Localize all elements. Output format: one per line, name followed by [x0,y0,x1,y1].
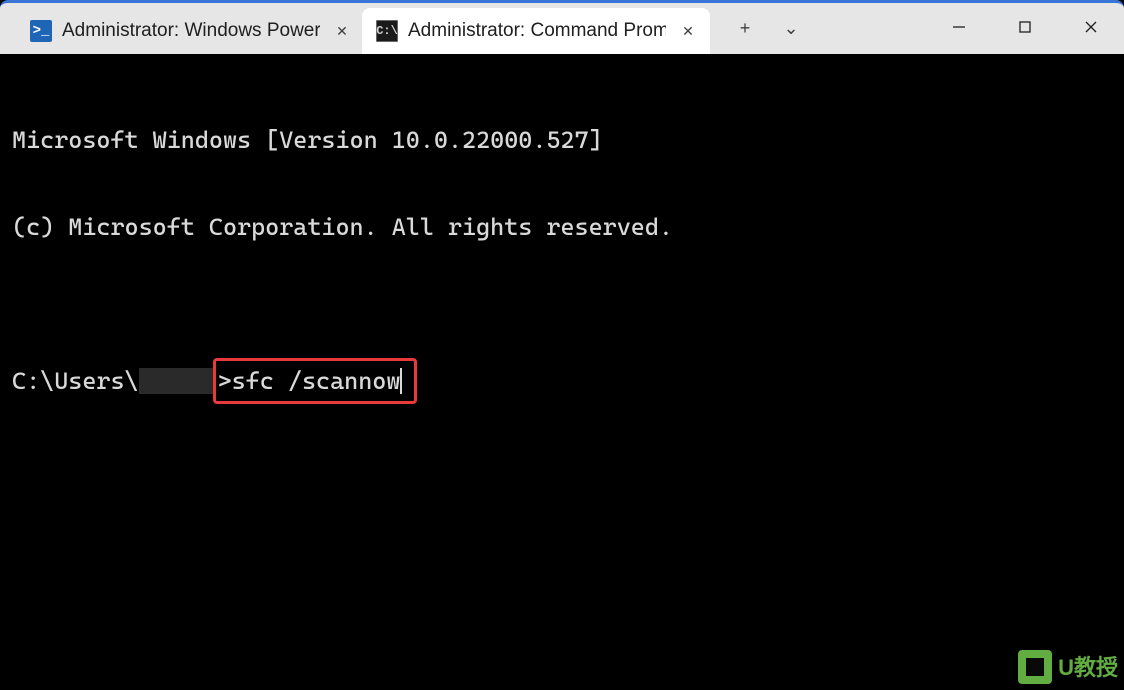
cmd-icon: C:\ [376,20,398,42]
titlebar-drag-region[interactable] [812,3,926,54]
redacted-username [139,368,213,394]
titlebar: >_ Administrator: Windows PowerS ✕ C:\ A… [0,0,1124,54]
watermark-icon [1018,650,1052,684]
text-cursor [400,368,402,394]
terminal-prompt-row: C:\Users\ > sfc /scannow [12,358,1114,404]
window-controls [926,3,1124,54]
tab-close-button[interactable]: ✕ [330,19,354,43]
command-text: sfc /scannow [232,367,401,396]
watermark: U教授 [1018,650,1118,684]
minimize-icon [952,20,966,34]
tab-dropdown-button[interactable]: ⌄ [770,11,812,47]
prompt-path-prefix: C:\Users\ [12,367,139,396]
tab-label: Administrator: Command Promp [408,20,666,42]
prompt-suffix: > [218,367,232,396]
maximize-icon [1018,20,1032,34]
minimize-button[interactable] [926,3,992,51]
terminal-output-line: Microsoft Windows [Version 10.0.22000.52… [12,126,1114,155]
highlighted-command-box: > sfc /scannow [213,358,418,404]
tab-strip: >_ Administrator: Windows PowerS ✕ C:\ A… [0,3,710,54]
terminal-output-line: (c) Microsoft Corporation. All rights re… [12,213,1114,242]
tab-command-prompt[interactable]: C:\ Administrator: Command Promp ✕ [362,8,710,54]
maximize-button[interactable] [992,3,1058,51]
new-tab-button[interactable]: + [724,11,766,47]
tab-close-button[interactable]: ✕ [676,19,700,43]
close-window-button[interactable] [1058,3,1124,51]
tab-label: Administrator: Windows PowerS [62,20,320,42]
close-icon [1084,20,1098,34]
powershell-icon: >_ [30,20,52,42]
tab-actions: + ⌄ [710,3,812,54]
tab-powershell[interactable]: >_ Administrator: Windows PowerS ✕ [16,8,364,54]
terminal-body[interactable]: Microsoft Windows [Version 10.0.22000.52… [0,54,1124,690]
watermark-text: U教授 [1058,653,1118,682]
